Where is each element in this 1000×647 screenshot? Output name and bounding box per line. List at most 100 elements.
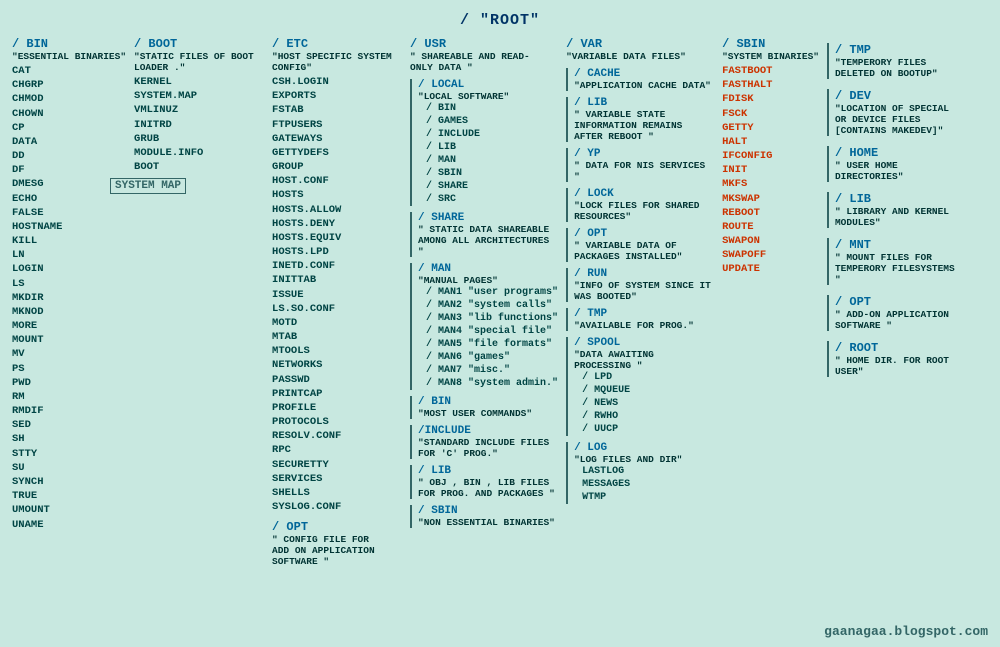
etc-hostslpd: HOSTS.LPD [272, 245, 402, 259]
etc-profile: PROFILE [272, 401, 402, 415]
right-home-desc: " USER HOME DIRECTORIES" [835, 160, 965, 182]
bin-file-chmod: CHMOD [12, 92, 126, 106]
var-log-sub: LASTLOG MESSAGES WTMP [582, 465, 714, 504]
sbin-halt: HALT [722, 135, 819, 149]
sbin-getty: GETTY [722, 121, 819, 135]
usr-local-src: / SRC [426, 193, 558, 206]
bin-file-df: DF [12, 163, 126, 177]
var-opt-title: / OPT [574, 228, 714, 240]
usr-title: / USR [410, 37, 558, 51]
etc-inittab: INITTAB [272, 273, 402, 287]
bin-section: / BIN "ESSENTIAL BINARIES" CAT CHGRP CHM… [8, 35, 130, 569]
usr-bin-desc: "MOST USER COMMANDS" [418, 408, 558, 419]
etc-inetdconf: INETD.CONF [272, 259, 402, 273]
var-lock-desc: "LOCK FILES FOR SHARED RESOURCES" [574, 200, 714, 222]
right-home: / HOME " USER HOME DIRECTORIES" [827, 146, 965, 182]
usr-share: / SHARE " STATIC DATA SHAREABLE AMONG AL… [410, 212, 558, 257]
usr-man8: / MAN8 "system admin." [426, 377, 558, 390]
var-lib-desc: " VARIABLE STATE INFORMATION REMAINS AFT… [574, 109, 714, 142]
bin-file-chown: CHOWN [12, 107, 126, 121]
bin-file-echo: ECHO [12, 192, 126, 206]
right-opt: / OPT " ADD-ON APPLICATION SOFTWARE " [827, 295, 965, 331]
right-tmp: / TMP "TEMPERORY FILES DELETED ON BOOTUP… [827, 43, 965, 79]
bin-file-dmesg: DMESG [12, 177, 126, 191]
right-opt-title: / OPT [835, 295, 965, 309]
var-lock: / LOCK "LOCK FILES FOR SHARED RESOURCES" [566, 188, 714, 222]
right-dirs-section: / TMP "TEMPERORY FILES DELETED ON BOOTUP… [823, 35, 969, 569]
bin-title: / BIN [12, 37, 126, 51]
etc-opt-title: / OPT [272, 520, 402, 534]
etc-desc: "HOST SPECIFIC SYSTEM CONFIG" [272, 51, 402, 73]
right-tmp-desc: "TEMPERORY FILES DELETED ON BOOTUP" [835, 57, 965, 79]
var-spool-lpd: / LPD [582, 371, 714, 384]
sbin-init: INIT [722, 163, 819, 177]
var-tmp-title: / TMP [574, 308, 714, 320]
usr-bin-title: / BIN [418, 396, 558, 408]
usr-man1: / MAN1 "user programs" [426, 286, 558, 299]
var-run-desc: "INFO OF SYSTEM SINCE IT WAS BOOTED" [574, 280, 714, 302]
var-cache-title: / CACHE [574, 68, 714, 80]
etc-lssoconf: LS.SO.CONF [272, 302, 402, 316]
etc-printcap: PRINTCAP [272, 387, 402, 401]
etc-mtools: MTOOLS [272, 344, 402, 358]
bin-file-chgrp: CHGRP [12, 78, 126, 92]
boot-grub: GRUB [134, 132, 264, 146]
right-tmp-title: / TMP [835, 43, 965, 57]
sbin-fastboot: FASTBOOT [722, 64, 819, 78]
bin-file-ln: LN [12, 248, 126, 262]
right-mnt: / MNT " MOUNT FILES FOR TEMPERORY FILESY… [827, 238, 965, 285]
var-spool-mqueue: / MQUEUE [582, 384, 714, 397]
usr-include-title: /INCLUDE [418, 425, 558, 437]
var-run-title: / RUN [574, 268, 714, 280]
bin-file-sh: SH [12, 432, 126, 446]
usr-man6: / MAN6 "games" [426, 351, 558, 364]
right-dev-desc: "LOCATION OF SPECIAL OR DEVICE FILES [CO… [835, 103, 965, 136]
boot-sysmap: SYSTEM.MAP [134, 89, 264, 103]
bin-file-dd: DD [12, 149, 126, 163]
page-container: / "ROOT" SYSTEM MAP / BIN "ESSENTIAL BIN… [0, 0, 1000, 647]
bin-file-cp: CP [12, 121, 126, 135]
bin-desc: "ESSENTIAL BINARIES" [12, 51, 126, 62]
var-log: / LOG "LOG FILES AND DIR" LASTLOG MESSAG… [566, 442, 714, 504]
var-opt: / OPT " VARIABLE DATA OF PACKAGES INSTAL… [566, 228, 714, 262]
etc-issue: ISSUE [272, 288, 402, 302]
etc-hostconf: HOST.CONF [272, 174, 402, 188]
right-home-title: / HOME [835, 146, 965, 160]
boot-files: KERNEL SYSTEM.MAP VMLINUZ INITRD GRUB MO… [134, 75, 264, 174]
sbin-files: FASTBOOT FASTHALT FDISK FSCK GETTY HALT … [722, 64, 819, 277]
boot-boot: BOOT [134, 160, 264, 174]
etc-ftpusers: FTPUSERS [272, 118, 402, 132]
bin-file-mknod: MKNOD [12, 305, 126, 319]
usr-local-title: / LOCAL [418, 79, 558, 91]
var-cache-desc: "APPLICATION CACHE DATA" [574, 80, 714, 91]
etc-syslogconf: SYSLOG.CONF [272, 500, 402, 514]
usr-section: / USR " SHAREABLE AND READ-ONLY DATA " /… [406, 35, 562, 569]
usr-man: / MAN "MANUAL PAGES" / MAN1 "user progra… [410, 263, 558, 390]
etc-gateways: GATEWAYS [272, 132, 402, 146]
var-log-wtmp: WTMP [582, 491, 714, 504]
var-spool-news: / NEWS [582, 397, 714, 410]
right-root-title: / ROOT [835, 341, 965, 355]
sbin-swapoff: SWAPOFF [722, 248, 819, 262]
usr-local: / LOCAL "LOCAL SOFTWARE" / BIN / GAMES /… [410, 79, 558, 206]
usr-man3: / MAN3 "lib functions" [426, 312, 558, 325]
bin-file-cat: CAT [12, 64, 126, 78]
var-tmp: / TMP "AVAILABLE FOR PROG." [566, 308, 714, 331]
bin-file-ls: LS [12, 277, 126, 291]
boot-moduleinfo: MODULE.INFO [134, 146, 264, 160]
etc-section: / ETC "HOST SPECIFIC SYSTEM CONFIG" CSH.… [268, 35, 406, 569]
var-log-title: / LOG [574, 442, 714, 454]
usr-share-desc: " STATIC DATA SHAREABLE AMONG ALL ARCHIT… [418, 224, 558, 257]
boot-initrd: INITRD [134, 118, 264, 132]
etc-securetty: SECURETTY [272, 458, 402, 472]
etc-gettydefs: GETTYDEFS [272, 146, 402, 160]
usr-share-title: / SHARE [418, 212, 558, 224]
etc-resolvconf: RESOLV.CONF [272, 429, 402, 443]
sbin-title: / SBIN [722, 37, 819, 51]
sbin-desc: "SYSTEM BINARIES" [722, 51, 819, 62]
var-section: / VAR "VARIABLE DATA FILES" / CACHE "APP… [562, 35, 718, 569]
boot-vmlinuz: VMLINUZ [134, 103, 264, 117]
usr-man2: / MAN2 "system calls" [426, 299, 558, 312]
etc-fstab: FSTAB [272, 103, 402, 117]
etc-rpc: RPC [272, 443, 402, 457]
